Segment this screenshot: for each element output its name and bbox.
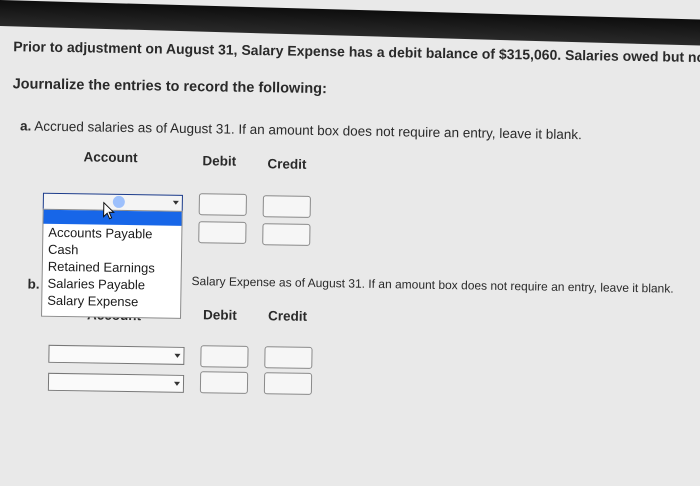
dropdown-option-salaries-payable[interactable]: Salaries Payable [42, 275, 180, 294]
question-sheet: Prior to adjustment on August 31, Salary… [0, 0, 700, 485]
dropdown-option-retained-earnings[interactable]: Retained Earnings [43, 258, 181, 277]
part-a-debit-header: Debit [202, 153, 237, 169]
part-a-account-header: Account [83, 149, 138, 166]
part-b-letter: b. [27, 276, 40, 292]
dropdown-option-accounts-payable[interactable]: Accounts Payable [43, 224, 181, 243]
part-b-row1-account-select[interactable] [48, 344, 185, 365]
part-b-row2-account-select[interactable] [47, 372, 185, 393]
chevron-down-icon [173, 381, 181, 386]
part-b-debit-header: Debit [202, 307, 237, 323]
account-dropdown-list: Accounts Payable Cash Retained Earnings … [41, 208, 183, 319]
part-b-row2-debit-input[interactable] [199, 371, 249, 394]
part-b-row2-credit-input[interactable] [263, 372, 313, 395]
chevron-down-icon [172, 200, 179, 205]
part-b-row1-debit-input[interactable] [200, 345, 249, 368]
part-a-letter: a. [19, 118, 32, 134]
intro-line-1: Prior to adjustment on August 31, Salary… [13, 38, 700, 66]
part-a-text: Accrued salaries as of August 31. If an … [34, 118, 582, 143]
part-a-row2-credit-input[interactable] [262, 223, 311, 246]
part-a-row2-debit-input[interactable] [198, 221, 247, 244]
part-b-credit-header: Credit [267, 308, 308, 324]
dropdown-option-cash[interactable]: Cash [43, 241, 181, 260]
chevron-down-icon [174, 353, 181, 358]
part-b-row1-credit-input[interactable] [264, 346, 313, 369]
part-a-instruction: a. Accrued salaries as of August 31. If … [20, 118, 582, 142]
dropdown-option-salary-expense[interactable]: Salary Expense [42, 292, 180, 311]
part-a-row1-credit-input[interactable] [262, 195, 311, 218]
part-a-credit-header: Credit [267, 156, 307, 172]
intro-line-2: Journalize the entries to record the fol… [12, 76, 327, 98]
part-a-row1-debit-input[interactable] [198, 193, 247, 216]
part-b-text: Salary Expense as of August 31. If an am… [191, 274, 674, 296]
